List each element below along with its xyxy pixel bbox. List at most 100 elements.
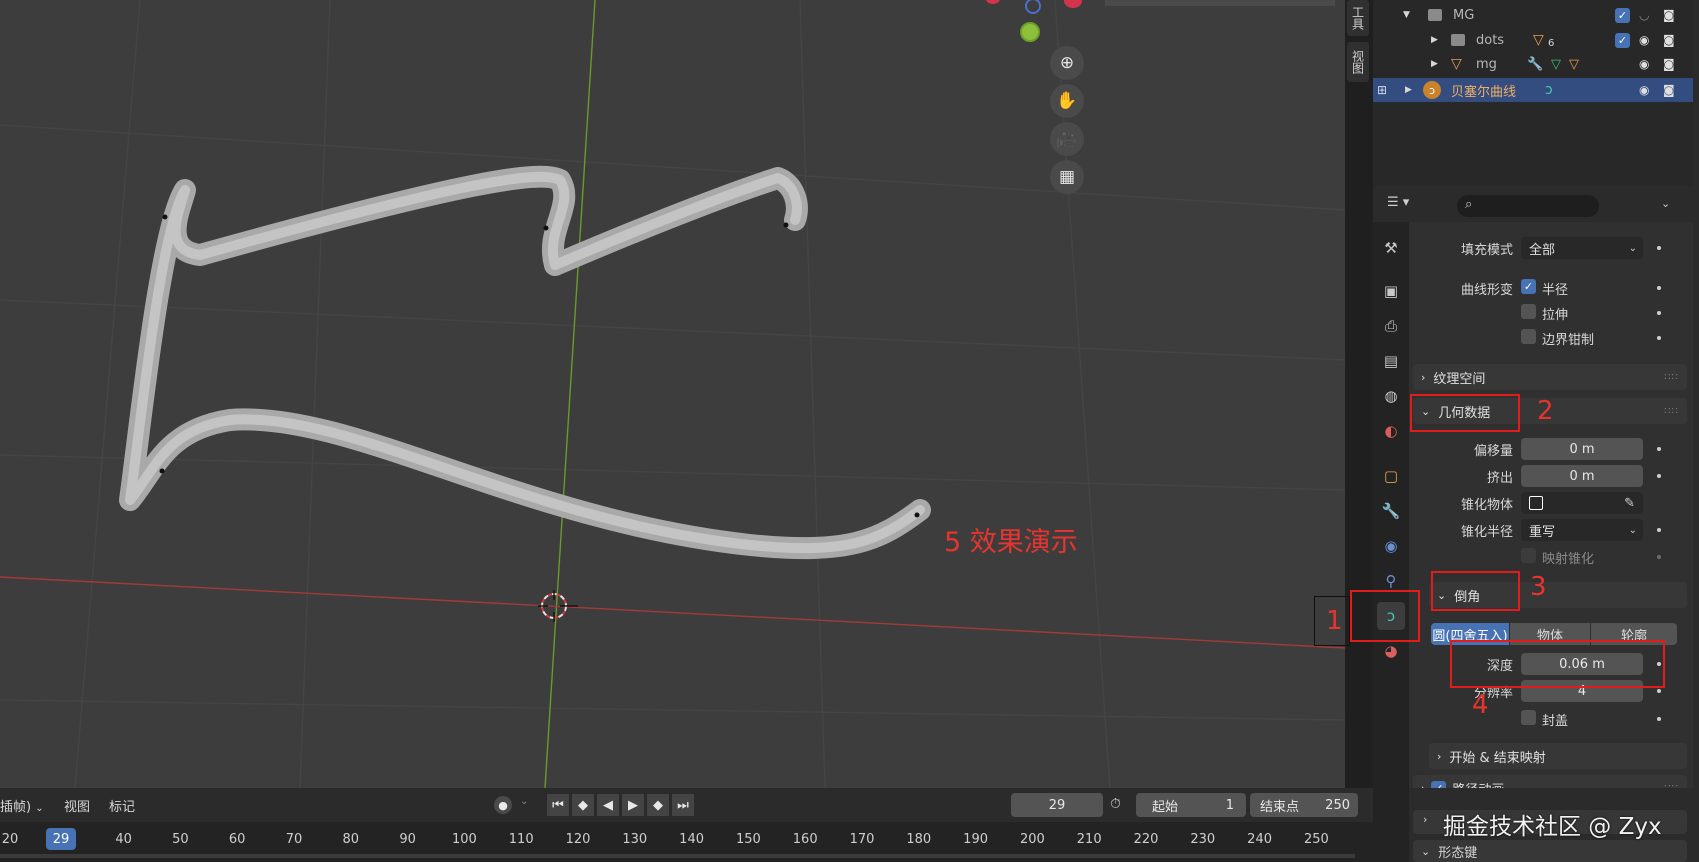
drag-grip-icon[interactable]: ∷∷ bbox=[1664, 783, 1679, 789]
map-taper-checkbox[interactable] bbox=[1521, 548, 1536, 563]
frame-tick-label: 20 bbox=[1, 832, 19, 847]
pan-hand-icon[interactable]: ✋ bbox=[1050, 84, 1084, 118]
keyframe-dot[interactable] bbox=[1657, 474, 1661, 478]
radius-checkbox[interactable]: ✓ bbox=[1521, 279, 1536, 294]
tab-tools[interactable]: 工具 bbox=[1347, 0, 1369, 36]
record-icon[interactable]: ● bbox=[494, 796, 512, 814]
options-chevron-icon[interactable]: ⌄ bbox=[1661, 197, 1670, 210]
next-keyframe-icon[interactable]: ◆ bbox=[647, 794, 669, 816]
tab-view[interactable]: 视图 bbox=[1347, 42, 1369, 82]
chevron-down-icon: ⌄ bbox=[1628, 242, 1637, 254]
camera-icon[interactable]: 🎥 bbox=[1050, 122, 1084, 156]
mesh-data-icon: ▽ bbox=[1533, 32, 1544, 48]
stretch-label: 拉伸 bbox=[1542, 308, 1569, 323]
keyframe-dot[interactable] bbox=[1657, 311, 1661, 315]
prev-keyframe-icon[interactable]: ◆ bbox=[572, 794, 594, 816]
eye-hidden-icon[interactable]: ◡ bbox=[1639, 8, 1649, 22]
fill-mode-dropdown[interactable]: 全部 ⌄ bbox=[1521, 237, 1643, 259]
extrude-field[interactable]: 0 m bbox=[1521, 465, 1643, 487]
keyframe-dot[interactable] bbox=[1657, 246, 1661, 250]
modifier-tab-icon[interactable]: 🔧 bbox=[1377, 497, 1405, 525]
drag-grip-icon[interactable]: ∷∷ bbox=[1664, 406, 1679, 417]
shape-keys-panel-header[interactable]: ⌄ 形态键 bbox=[1413, 840, 1687, 862]
chevron-right-icon: › bbox=[1437, 749, 1442, 763]
frame-tick-label: 150 bbox=[735, 832, 761, 847]
jump-end-icon[interactable]: ⏭ bbox=[672, 794, 694, 816]
output-tab-icon[interactable]: ⎙ bbox=[1377, 312, 1405, 340]
exclude-checkbox[interactable]: ✓ bbox=[1615, 33, 1630, 48]
frame-tick-label: 230 bbox=[1190, 832, 1216, 847]
stretch-checkbox[interactable] bbox=[1521, 304, 1536, 319]
chevron-down-icon: ⌄ bbox=[1421, 844, 1431, 858]
eyedropper-icon[interactable]: ✎ bbox=[1624, 496, 1635, 511]
chevron-right-icon: › bbox=[1421, 781, 1426, 789]
keyframe-dot[interactable] bbox=[1657, 286, 1661, 290]
outliner-row-bezier-curve[interactable]: ⊞ ▶ ↄ 贝塞尔曲线 ↄ ◉ ◙ bbox=[1373, 78, 1693, 102]
keying-chevron-icon[interactable]: ⌄ bbox=[520, 796, 528, 807]
fill-caps-checkbox[interactable] bbox=[1521, 710, 1536, 725]
frame-tick-label: 250 bbox=[1303, 832, 1329, 847]
drag-grip-icon[interactable]: ∷∷ bbox=[1664, 372, 1679, 383]
outliner-row-mg-collection[interactable]: ▼ MG ✓ ◡ ◙ bbox=[1373, 3, 1693, 27]
search-input[interactable]: ⌕ bbox=[1457, 195, 1599, 217]
keyframe-dot[interactable] bbox=[1657, 555, 1661, 559]
expand-arrow-icon[interactable]: ▶ bbox=[1431, 59, 1438, 69]
render-camera-icon[interactable]: ◙ bbox=[1663, 83, 1675, 97]
taper-radius-dropdown[interactable]: 重写 ⌄ bbox=[1521, 519, 1643, 541]
gizmo-y-icon[interactable] bbox=[1020, 22, 1040, 42]
marker-menu[interactable]: 标记 bbox=[109, 796, 135, 815]
render-camera-icon[interactable]: ◙ bbox=[1663, 33, 1675, 47]
hierarchy-icon: ⊞ bbox=[1377, 83, 1388, 97]
object-tab-icon[interactable]: ▢ bbox=[1377, 462, 1405, 490]
eye-icon[interactable]: ◉ bbox=[1639, 57, 1649, 71]
bounds-clamp-checkbox[interactable] bbox=[1521, 329, 1536, 344]
play-icon[interactable]: ▶ bbox=[622, 794, 644, 816]
eye-icon[interactable]: ◉ bbox=[1639, 83, 1649, 97]
outliner-row-mg[interactable]: ▶ ▽ mg 🔧 ▽ ▽ ◉ ◙ bbox=[1373, 52, 1693, 76]
offset-field[interactable]: 0 m bbox=[1521, 438, 1643, 460]
outliner-row-dots[interactable]: ▶ dots ▽ 6 ✓ ◉ ◙ bbox=[1373, 28, 1693, 52]
exclude-checkbox[interactable]: ✓ bbox=[1615, 8, 1630, 23]
expand-arrow-icon[interactable]: ▶ bbox=[1405, 85, 1412, 95]
stopwatch-icon[interactable]: ⏱ bbox=[1110, 796, 1134, 816]
taper-object-field[interactable]: ✎ bbox=[1521, 492, 1643, 514]
path-animation-header[interactable]: › ✓ 路径动画 ∷∷ bbox=[1413, 775, 1687, 788]
play-reverse-icon[interactable]: ◀ bbox=[597, 794, 619, 816]
collapse-arrow-icon[interactable]: ▼ bbox=[1403, 10, 1410, 20]
zoom-icon[interactable]: ⊕ bbox=[1050, 46, 1084, 80]
start-end-mapping-header[interactable]: › 开始 & 结束映射 bbox=[1429, 743, 1687, 769]
render-camera-icon[interactable]: ◙ bbox=[1663, 8, 1675, 22]
texture-space-panel-header[interactable]: › 纹理空间 ∷∷ bbox=[1413, 364, 1687, 390]
render-tab-icon[interactable]: ▣ bbox=[1377, 277, 1405, 305]
path-animation-checkbox[interactable]: ✓ bbox=[1431, 780, 1447, 788]
keyframe-dot[interactable] bbox=[1657, 528, 1661, 532]
jump-start-icon[interactable]: ⏮ bbox=[547, 794, 569, 816]
grid-view-icon[interactable]: ▦ bbox=[1050, 160, 1084, 194]
start-frame-field[interactable]: 起始 1 bbox=[1136, 793, 1246, 817]
keyframe-dot[interactable] bbox=[1657, 689, 1661, 693]
3d-viewport[interactable]: ⊕ ✋ 🎥 ▦ 5 效果演示 bbox=[0, 0, 1345, 788]
curve-deform-label: 曲线形变 bbox=[1460, 283, 1513, 298]
editor-type-icon[interactable]: ☰ ▾ bbox=[1387, 195, 1421, 217]
frame-tick-label: 140 bbox=[679, 832, 705, 847]
interpolation-menu[interactable]: 插帧) ⌄ bbox=[0, 796, 44, 815]
view-menu[interactable]: 视图 bbox=[64, 796, 90, 815]
path-animation-label: 路径动画 bbox=[1452, 779, 1504, 789]
view-layer-tab-icon[interactable]: ▤ bbox=[1377, 347, 1405, 375]
physics-tab-icon[interactable]: ◉ bbox=[1377, 532, 1405, 560]
eye-icon[interactable]: ◉ bbox=[1639, 33, 1649, 47]
scene-tab-icon[interactable]: ◍ bbox=[1377, 382, 1405, 410]
keyframe-dot[interactable] bbox=[1657, 447, 1661, 451]
current-frame-field[interactable]: 29 bbox=[1011, 793, 1103, 817]
keyframe-dot[interactable] bbox=[1657, 717, 1661, 721]
timeline-scrollbar[interactable] bbox=[0, 854, 1355, 858]
taper-radius-label: 锥化半径 bbox=[1460, 525, 1513, 540]
playhead-frame-badge[interactable]: 29 bbox=[46, 828, 76, 850]
expand-arrow-icon[interactable]: ▶ bbox=[1431, 35, 1438, 45]
render-camera-icon[interactable]: ◙ bbox=[1663, 57, 1675, 71]
keyframe-dot[interactable] bbox=[1657, 336, 1661, 340]
world-tab-icon[interactable]: ◐ bbox=[1377, 417, 1405, 445]
frame-tick-label: 120 bbox=[565, 832, 591, 847]
end-frame-field[interactable]: 结束点 250 bbox=[1250, 793, 1358, 817]
tool-tab-icon[interactable]: ⚒ bbox=[1377, 234, 1405, 262]
